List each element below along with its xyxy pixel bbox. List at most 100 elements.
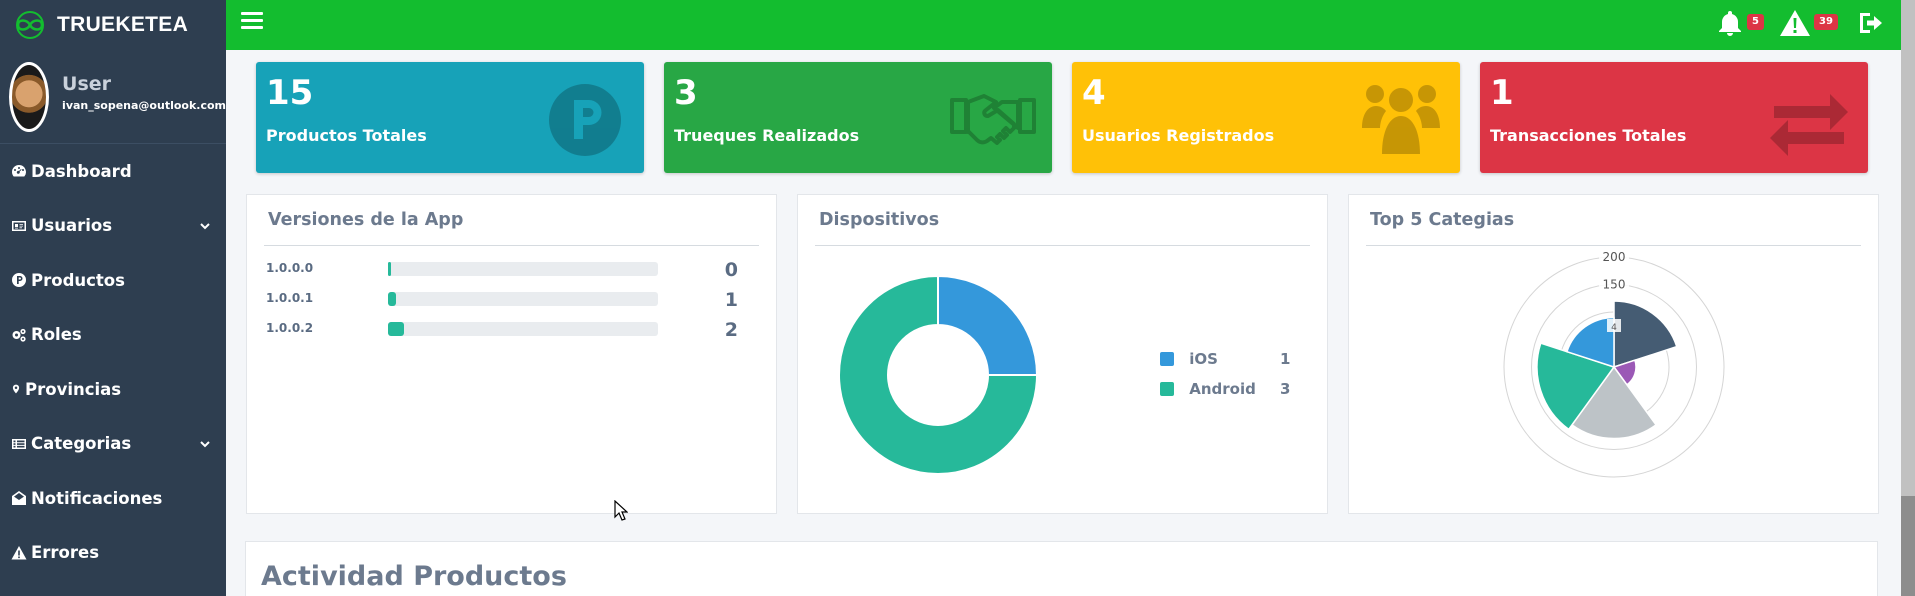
stat-transacciones-totales[interactable]: 1 Transacciones Totales <box>1480 62 1868 173</box>
sidebar-item-usuarios[interactable]: Usuarios <box>0 199 226 254</box>
stat-usuarios-registrados[interactable]: 4 Usuarios Registrados <box>1072 62 1460 173</box>
stat-label: Transacciones Totales <box>1490 126 1687 145</box>
legend-label: Android <box>1189 380 1256 398</box>
version-name: 1.0.0.1 <box>266 291 314 305</box>
sidebar-item-productos[interactable]: Productos <box>0 253 226 308</box>
divider <box>1366 245 1861 246</box>
version-progress-fill <box>388 262 391 276</box>
divider <box>264 245 759 246</box>
sidebar-item-label: Usuarios <box>31 216 113 236</box>
polar-tick-label: 4 <box>1611 323 1617 333</box>
bell-icon[interactable] <box>1714 8 1746 38</box>
stat-trueques-realizados[interactable]: 3 Trueques Realizados <box>664 62 1052 173</box>
sidebar-item-label: Provincias <box>25 379 122 399</box>
users-icon <box>1362 85 1440 154</box>
warning-icon <box>11 545 27 560</box>
versions-panel: Versiones de la App 1.0.0.0 0 1.0.0.1 1 1.0.… <box>246 194 777 514</box>
sidebar-item-label: Roles <box>31 325 82 345</box>
sidebar-nav: Dashboard Usuarios Productos Roles Provi… <box>0 144 226 580</box>
version-progress-bar <box>388 322 658 336</box>
product-p-icon <box>12 273 26 288</box>
donut-slice-ios[interactable] <box>937 275 1038 376</box>
sidebar-item-label: Productos <box>31 270 125 290</box>
list-icon <box>12 438 26 449</box>
polar-segment-1[interactable] <box>1613 300 1678 369</box>
notifications-badge: 5 <box>1747 14 1764 30</box>
topbar: 5 39 <box>226 0 1901 50</box>
user-panel: User ivan_sopena@outlook.com <box>0 50 226 144</box>
version-name: 1.0.0.2 <box>266 321 314 335</box>
user-email: ivan_sopena@outlook.com <box>62 99 226 112</box>
legend-swatch <box>1160 382 1174 396</box>
sidebar-item-errores[interactable]: Errores <box>0 526 226 581</box>
legend-value: 1 <box>1280 350 1291 368</box>
version-count: 2 <box>724 319 738 341</box>
stat-label: Usuarios Registrados <box>1082 126 1275 145</box>
categories-panel: Top 5 Categias 200 150 4 <box>1348 194 1879 514</box>
stat-value: 15 <box>266 73 314 113</box>
version-row: 1.0.0.0 0 <box>266 259 756 281</box>
sidebar-item-categorias[interactable]: Categorias <box>0 417 226 472</box>
map-marker-icon <box>12 384 20 394</box>
mouse-cursor-icon <box>614 500 628 521</box>
sidebar-item-label: Errores <box>31 543 100 563</box>
page-scrollbar[interactable] <box>1901 0 1915 596</box>
menu-toggle-icon[interactable] <box>241 12 263 32</box>
categories-polar-chart[interactable]: 200 150 4 <box>1494 247 1734 487</box>
panel-title: Actividad Productos <box>261 561 567 592</box>
sidebar-item-label: Dashboard <box>31 161 132 181</box>
sidebar-item-notificaciones[interactable]: Notificaciones <box>0 471 226 526</box>
panel-title: Versiones de la App <box>268 210 464 230</box>
brand-name: TRUEKETEA <box>57 13 189 36</box>
product-p-icon <box>549 84 621 156</box>
brand[interactable]: TRUEKETEA <box>0 0 226 50</box>
devices-donut-chart[interactable] <box>838 275 1038 475</box>
devices-panel: Dispositivos iOS 1 Android 3 <box>797 194 1328 514</box>
infinity-logo-icon <box>16 11 44 39</box>
legend-swatch <box>1160 352 1174 366</box>
stat-label: Trueques Realizados <box>674 126 860 145</box>
user-name: User <box>62 73 112 95</box>
activity-panel: Actividad Productos <box>245 541 1878 596</box>
legend-item-ios: iOS 1 <box>1160 350 1290 368</box>
stat-productos-totales[interactable]: 15 Productos Totales <box>256 62 644 173</box>
version-row: 1.0.0.2 2 <box>266 319 756 341</box>
sidebar-item-dashboard[interactable]: Dashboard <box>0 144 226 199</box>
legend-label: iOS <box>1189 350 1218 368</box>
stat-value: 4 <box>1082 73 1106 113</box>
scrollbar-track <box>1901 496 1915 596</box>
handshake-icon <box>950 94 1036 145</box>
stat-label: Productos Totales <box>266 126 427 145</box>
panel-title: Top 5 Categias <box>1370 210 1515 230</box>
version-row: 1.0.0.1 1 <box>266 289 756 311</box>
scrollbar-thumb[interactable] <box>1901 0 1915 496</box>
stat-value: 1 <box>1490 73 1514 113</box>
alerts-badge: 39 <box>1814 14 1838 30</box>
alert-icon[interactable] <box>1779 8 1811 38</box>
version-progress-bar <box>388 262 658 276</box>
version-progress-fill <box>388 322 404 336</box>
sidebar-item-roles[interactable]: Roles <box>0 308 226 363</box>
gears-icon <box>12 328 26 342</box>
version-name: 1.0.0.0 <box>266 261 314 275</box>
version-progress-fill <box>388 292 396 306</box>
chevron-down-icon <box>200 440 210 447</box>
panel-title: Dispositivos <box>819 210 940 230</box>
sidebar-item-label: Notificaciones <box>31 488 163 508</box>
polar-tick-label: 150 <box>1603 278 1626 292</box>
sidebar: TRUEKETEA User ivan_sopena@outlook.com D… <box>0 0 226 596</box>
exchange-arrows-icon <box>1770 94 1848 156</box>
legend-value: 3 <box>1280 380 1291 398</box>
sidebar-item-provincias[interactable]: Provincias <box>0 362 226 417</box>
legend-item-android: Android 3 <box>1160 380 1290 398</box>
sidebar-item-label: Categorias <box>31 434 132 454</box>
version-progress-bar <box>388 292 658 306</box>
logout-icon[interactable] <box>1856 8 1888 38</box>
polar-tick-label: 200 <box>1603 250 1626 264</box>
envelope-open-icon <box>12 491 26 506</box>
stat-value: 3 <box>674 73 698 113</box>
avatar <box>9 61 50 132</box>
version-count: 0 <box>724 259 738 281</box>
version-count: 1 <box>724 289 738 311</box>
id-card-icon <box>12 220 26 231</box>
